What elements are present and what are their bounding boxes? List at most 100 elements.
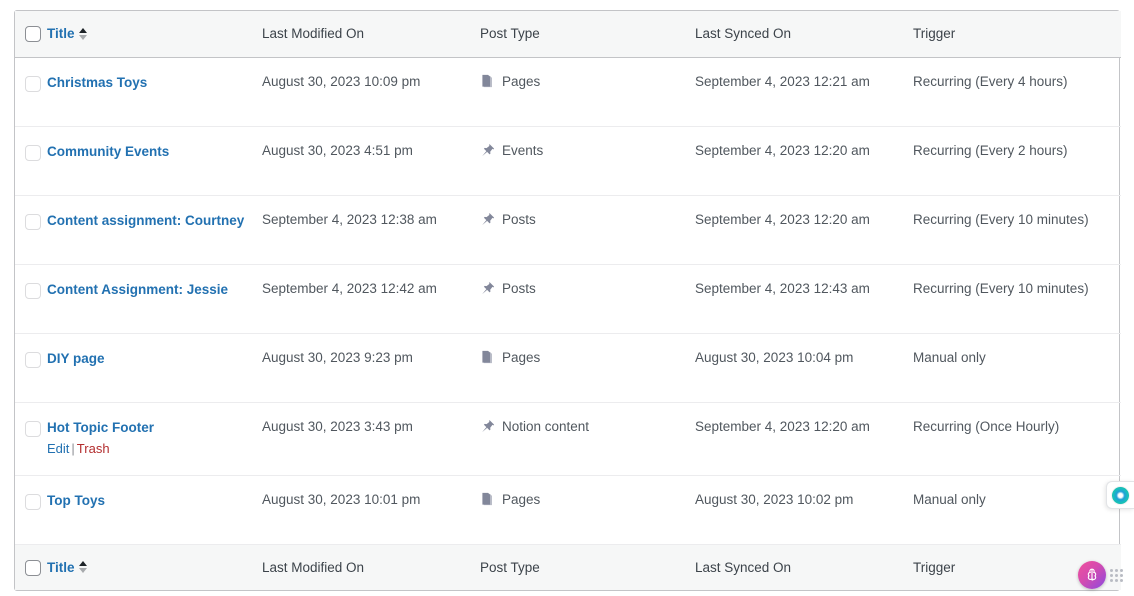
table-foot: Title Last Modified On Post Type Last Sy… [15, 544, 1121, 590]
table-row: DIY pageAugust 30, 2023 9:23 pm Pages Augu… [15, 333, 1121, 402]
header-row: Title Last Modified On Post Type Last Sy… [15, 11, 1121, 57]
drag-handle-icon[interactable] [1110, 569, 1123, 582]
admin-post-pin-icon [480, 419, 495, 434]
cell-post-type: Notion content [480, 402, 695, 475]
row-checkbox[interactable] [25, 214, 41, 230]
column-footer-last-synced: Last Synced On [695, 544, 913, 590]
admin-page-icon [480, 350, 495, 365]
row-actions: Edit|Trash [47, 439, 262, 459]
row-checkbox[interactable] [25, 494, 41, 510]
select-all-checkbox-bottom[interactable] [25, 560, 41, 576]
row-select-cell [15, 475, 47, 544]
row-action-trash-link[interactable]: Trash [77, 441, 110, 456]
column-header-last-synced: Last Synced On [695, 11, 913, 57]
row-checkbox[interactable] [25, 76, 41, 92]
cell-title: Christmas Toys [47, 57, 262, 126]
cell-trigger: Recurring (Every 4 hours) [913, 57, 1121, 126]
row-checkbox[interactable] [25, 283, 41, 299]
cell-title: Hot Topic Footer Edit|Trash [47, 402, 262, 475]
row-title-link[interactable]: Community Events [47, 143, 262, 161]
cell-title: Community Events [47, 126, 262, 195]
admin-page-icon [480, 492, 495, 507]
post-type-label: Events [502, 143, 543, 158]
row-checkbox[interactable] [25, 145, 41, 161]
cell-last-synced: September 4, 2023 12:20 am [695, 402, 913, 475]
row-action-edit-link[interactable]: Edit [47, 441, 69, 456]
cell-post-type: Posts [480, 195, 695, 264]
table-row: Community EventsAugust 30, 2023 4:51 pm E… [15, 126, 1121, 195]
cell-post-type: Events [480, 126, 695, 195]
select-all-checkbox-top[interactable] [25, 26, 41, 42]
cell-trigger: Recurring (Once Hourly) [913, 402, 1121, 475]
post-type-label: Pages [502, 492, 540, 507]
cell-last-synced: September 4, 2023 12:43 am [695, 264, 913, 333]
admin-post-pin-icon [480, 143, 495, 158]
cell-last-synced: September 4, 2023 12:20 am [695, 126, 913, 195]
sort-indicator-icon-bottom [79, 561, 87, 573]
cell-last-modified: September 4, 2023 12:38 am [262, 195, 480, 264]
cell-last-modified: September 4, 2023 12:42 am [262, 264, 480, 333]
admin-page-icon [480, 74, 495, 89]
cell-post-type: Posts [480, 264, 695, 333]
posts-table: Title Last Modified On Post Type Last Sy… [15, 11, 1121, 590]
row-title-link[interactable]: Top Toys [47, 492, 262, 510]
column-footer-last-modified: Last Modified On [262, 544, 480, 590]
table-row: Top ToysAugust 30, 2023 10:01 pm Pages Aug… [15, 475, 1121, 544]
brand-orb-icon[interactable] [1078, 561, 1106, 589]
row-title-link[interactable]: Christmas Toys [47, 74, 262, 92]
row-title-link[interactable]: Content Assignment: Jessie [47, 281, 262, 299]
column-header-trigger: Trigger [913, 11, 1121, 57]
sort-title-link-top[interactable]: Title [47, 26, 87, 41]
table-head: Title Last Modified On Post Type Last Sy… [15, 11, 1121, 57]
post-type-label: Posts [502, 281, 536, 296]
column-footer-title-label: Title [47, 560, 75, 575]
column-header-post-type: Post Type [480, 11, 695, 57]
select-all-header [15, 11, 47, 57]
row-select-cell [15, 264, 47, 333]
support-orb-icon [1112, 487, 1129, 504]
post-type-label: Pages [502, 350, 540, 365]
column-header-last-modified: Last Modified On [262, 11, 480, 57]
sort-title-link-bottom[interactable]: Title [47, 560, 87, 575]
table-row: Content assignment: CourtneySeptember 4,… [15, 195, 1121, 264]
posts-list-table: Title Last Modified On Post Type Last Sy… [14, 10, 1120, 591]
cell-title: Content assignment: Courtney [47, 195, 262, 264]
wordpress-list-table-page: Title Last Modified On Post Type Last Sy… [0, 0, 1134, 596]
cell-last-modified: August 30, 2023 10:01 pm [262, 475, 480, 544]
cell-post-type: Pages [480, 475, 695, 544]
cell-trigger: Recurring (Every 10 minutes) [913, 264, 1121, 333]
post-type-label: Pages [502, 74, 540, 89]
column-header-title-label: Title [47, 26, 75, 41]
cell-last-synced: September 4, 2023 12:20 am [695, 195, 913, 264]
cell-last-synced: August 30, 2023 10:04 pm [695, 333, 913, 402]
cell-last-synced: August 30, 2023 10:02 pm [695, 475, 913, 544]
column-footer-title: Title [47, 544, 262, 590]
row-actions-separator: | [69, 441, 76, 456]
cell-last-modified: August 30, 2023 4:51 pm [262, 126, 480, 195]
brand-widget-dock[interactable] [1078, 561, 1123, 589]
cell-post-type: Pages [480, 333, 695, 402]
cell-trigger: Manual only [913, 333, 1121, 402]
select-all-footer [15, 544, 47, 590]
cell-trigger: Recurring (Every 2 hours) [913, 126, 1121, 195]
cell-last-synced: September 4, 2023 12:21 am [695, 57, 913, 126]
cell-post-type: Pages [480, 57, 695, 126]
column-footer-post-type: Post Type [480, 544, 695, 590]
cell-trigger: Recurring (Every 10 minutes) [913, 195, 1121, 264]
post-type-label: Notion content [502, 419, 589, 434]
row-title-link[interactable]: DIY page [47, 350, 262, 368]
cell-title: Top Toys [47, 475, 262, 544]
post-type-label: Posts [502, 212, 536, 227]
admin-post-pin-icon [480, 281, 495, 296]
row-title-link[interactable]: Hot Topic Footer [47, 419, 262, 437]
table-row: Content Assignment: JessieSeptember 4, 2… [15, 264, 1121, 333]
row-checkbox[interactable] [25, 421, 41, 437]
cell-last-modified: August 30, 2023 9:23 pm [262, 333, 480, 402]
row-checkbox[interactable] [25, 352, 41, 368]
cell-trigger: Manual only [913, 475, 1121, 544]
row-title-link[interactable]: Content assignment: Courtney [47, 212, 262, 230]
footer-header-row: Title Last Modified On Post Type Last Sy… [15, 544, 1121, 590]
column-header-title: Title [47, 11, 262, 57]
cell-title: DIY page [47, 333, 262, 402]
support-widget-tab[interactable] [1106, 481, 1134, 509]
